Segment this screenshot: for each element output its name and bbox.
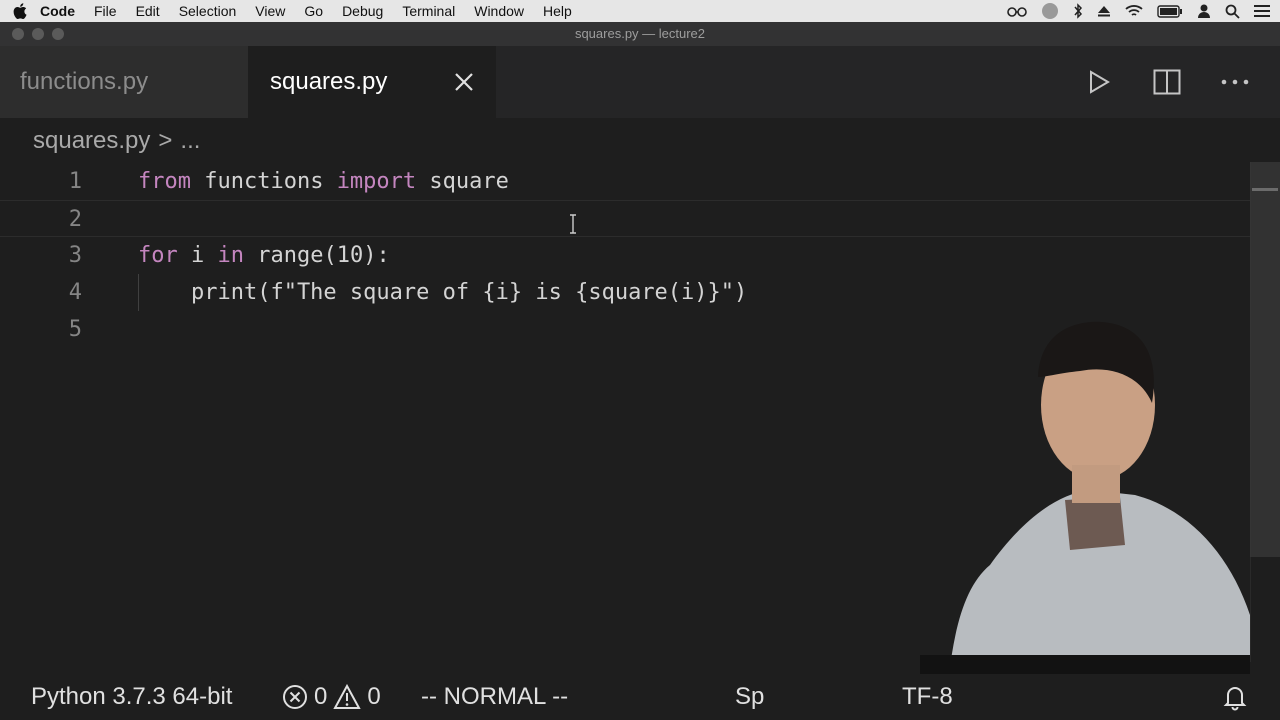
status-bar: Python 3.7.3 64-bit 0 0 -- NORMAL -- Sp … [0, 674, 1280, 720]
identifier: range(10): [244, 243, 390, 268]
line-number: 5 [68, 317, 82, 342]
split-editor-icon [1153, 69, 1181, 95]
bluetooth-icon[interactable] [1073, 3, 1083, 19]
menu-help[interactable]: Help [543, 3, 572, 19]
warning-icon [333, 684, 362, 709]
error-count: 0 [314, 683, 328, 710]
scrollbar-cursor-marker [1252, 188, 1278, 191]
indent-guide [138, 274, 139, 311]
editor-tabbar: functions.py squares.py [0, 46, 1280, 118]
more-icon [1221, 79, 1249, 85]
battery-icon[interactable] [1157, 4, 1183, 18]
close-icon[interactable] [450, 68, 478, 96]
presenter-video-overlay [920, 321, 1250, 720]
code-line[interactable]: 4 print(f"The square of {i} is {square(i… [0, 274, 1250, 311]
window-titlebar: squares.py — lecture2 [0, 22, 1280, 46]
keyword: for [138, 243, 178, 268]
tab-squares-py[interactable]: squares.py [248, 46, 496, 118]
file-encoding[interactable]: TF-8 [902, 683, 953, 711]
chevron-right-icon: > [158, 127, 173, 154]
menu-file[interactable]: File [94, 3, 117, 19]
keyword: import [336, 169, 417, 194]
error-icon [283, 685, 307, 709]
eject-icon[interactable] [1097, 4, 1111, 18]
vim-mode: -- NORMAL -- [421, 683, 569, 710]
code-text[interactable]: print(f"The square of {i} is {square(i)}… [138, 274, 747, 311]
menu-debug[interactable]: Debug [342, 3, 383, 19]
list-icon[interactable] [1254, 4, 1270, 18]
menu-selection[interactable]: Selection [179, 3, 237, 19]
window-title: squares.py — lecture2 [574, 26, 706, 41]
wifi-icon[interactable] [1125, 4, 1143, 18]
menu-window[interactable]: Window [474, 3, 524, 19]
split-editor-button[interactable] [1152, 67, 1182, 97]
code-line[interactable]: 3 for i in range(10): [0, 237, 1250, 274]
identifier: functions [190, 169, 337, 194]
line-number: 2 [68, 207, 82, 232]
menu-go[interactable]: Go [304, 3, 323, 19]
scrollbar-thumb[interactable] [1250, 162, 1280, 557]
menu-code[interactable]: Code [40, 3, 75, 19]
code-line-current[interactable]: 2 [0, 200, 1250, 237]
keyword: from [138, 169, 191, 194]
user-icon[interactable] [1197, 3, 1211, 19]
breadcrumb-file[interactable]: squares.py [33, 127, 150, 155]
menu-terminal[interactable]: Terminal [402, 3, 455, 19]
macos-menubar: Code File Edit Selection View Go Debug T… [0, 0, 1280, 22]
python-interpreter[interactable]: Python 3.7.3 64-bit [31, 683, 232, 711]
more-actions-button[interactable] [1220, 67, 1250, 97]
breadcrumb: squares.py > ... [33, 124, 200, 158]
tab-label: squares.py [270, 68, 388, 95]
text-cursor-icon [570, 214, 576, 234]
run-icon [1090, 70, 1110, 94]
tab-functions-py[interactable]: functions.py [0, 46, 248, 118]
code-line[interactable]: 1 from functions import square [0, 163, 1250, 200]
warning-count: 0 [367, 683, 381, 710]
status-icons [1007, 0, 1270, 22]
line-number: 4 [68, 280, 82, 305]
code-text[interactable]: from functions import square [138, 163, 509, 200]
breadcrumb-more[interactable]: ... [180, 127, 200, 155]
line-number: 1 [68, 169, 82, 194]
keyword: in [217, 243, 245, 268]
run-button[interactable] [1084, 67, 1114, 97]
search-icon[interactable] [1225, 4, 1240, 19]
line-number: 3 [68, 243, 82, 268]
tab-label: functions.py [20, 68, 149, 95]
user-circle-icon[interactable] [1041, 2, 1059, 20]
menu-edit[interactable]: Edit [136, 3, 160, 19]
code-text[interactable]: for i in range(10): [138, 237, 390, 274]
identifier: square [416, 169, 509, 194]
menu-view[interactable]: View [255, 3, 285, 19]
glasses-icon[interactable] [1007, 5, 1027, 17]
problems-indicator[interactable]: 0 0 [282, 683, 381, 711]
editor-actions [1084, 46, 1250, 118]
indentation-spaces[interactable]: Sp [735, 683, 764, 711]
bell-icon[interactable] [1220, 682, 1250, 712]
identifier: i [177, 243, 218, 268]
apple-icon[interactable] [0, 3, 40, 19]
